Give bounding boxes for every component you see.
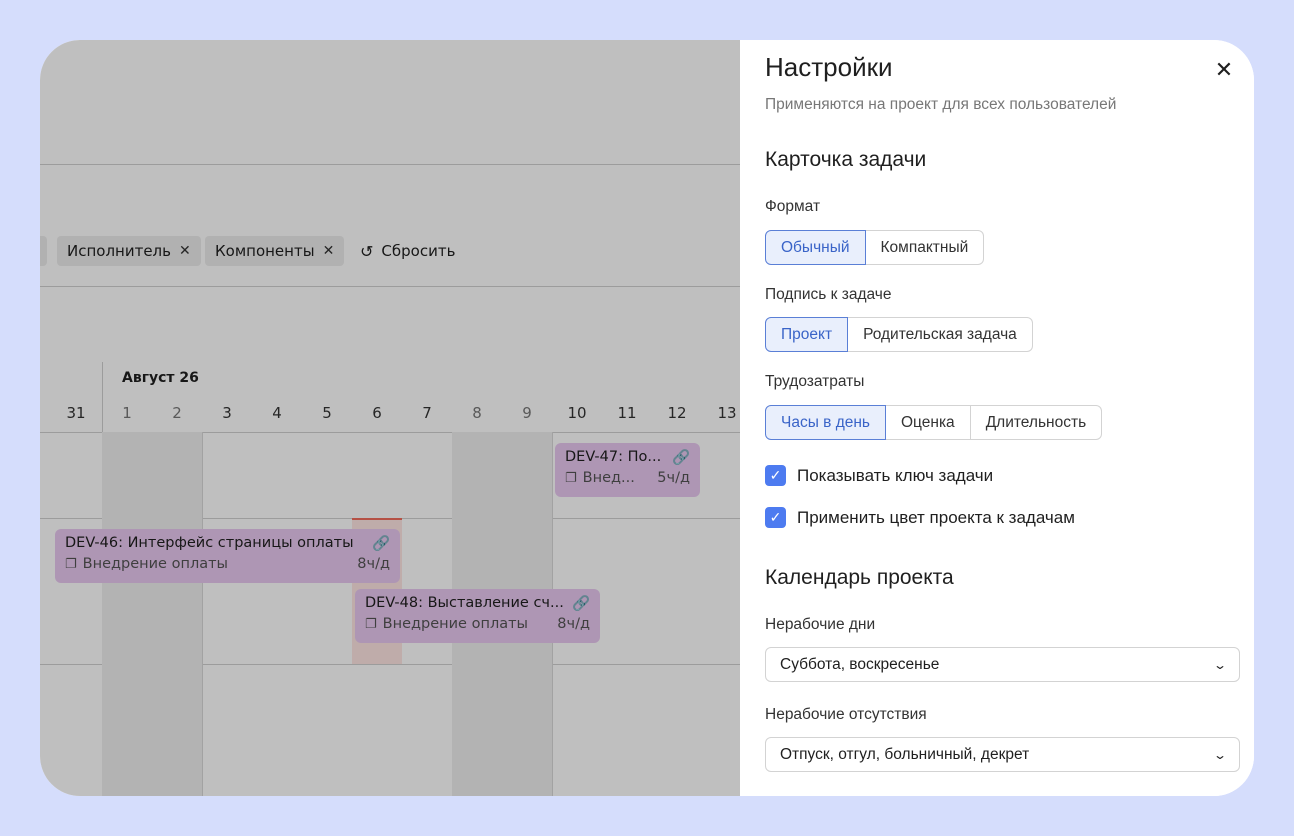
- app-frame: Исполнитель ✕ Компоненты ✕ ↺ Сбросить Ав…: [40, 40, 1254, 796]
- format-label: Формат: [765, 198, 821, 215]
- format-option-compact[interactable]: Компактный: [865, 230, 985, 265]
- apply-project-color-checkbox[interactable]: ✓ Применить цвет проекта к задачам: [765, 507, 1075, 528]
- caption-option-parent-task[interactable]: Родительская задача: [848, 317, 1033, 352]
- section-title-card: Карточка задачи: [765, 148, 927, 171]
- modal-overlay[interactable]: [40, 40, 740, 796]
- settings-panel: Настройки ✕ Применяются на проект для вс…: [740, 40, 1254, 796]
- nonworking-absences-label: Нерабочие отсутствия: [765, 706, 927, 723]
- chevron-down-icon: ⌄: [1212, 657, 1228, 672]
- nonworking-days-label: Нерабочие дни: [765, 616, 876, 633]
- effort-option-estimate[interactable]: Оценка: [886, 405, 971, 440]
- caption-segmented-control: Проект Родительская задача: [765, 317, 1033, 352]
- show-task-key-checkbox[interactable]: ✓ Показывать ключ задачи: [765, 465, 993, 486]
- panel-subtitle: Применяются на проект для всех пользоват…: [765, 96, 1117, 113]
- effort-option-duration[interactable]: Длительность: [970, 405, 1103, 440]
- nonworking-days-select[interactable]: Суббота, воскресенье ⌄: [765, 647, 1240, 682]
- format-option-normal[interactable]: Обычный: [765, 230, 866, 265]
- effort-label: Трудозатраты: [765, 373, 865, 390]
- checkbox-label: Показывать ключ задачи: [797, 465, 994, 485]
- checkmark-icon[interactable]: ✓: [765, 465, 786, 486]
- checkmark-icon[interactable]: ✓: [765, 507, 786, 528]
- caption-option-project[interactable]: Проект: [765, 317, 849, 352]
- timeline-view: Исполнитель ✕ Компоненты ✕ ↺ Сбросить Ав…: [40, 40, 740, 796]
- section-title-calendar: Календарь проекта: [765, 566, 954, 589]
- effort-option-hours-per-day[interactable]: Часы в день: [765, 405, 886, 440]
- checkbox-label: Применить цвет проекта к задачам: [797, 507, 1075, 527]
- format-segmented-control: Обычный Компактный: [765, 230, 985, 265]
- chevron-down-icon: ⌄: [1212, 747, 1228, 762]
- select-value: Суббота, воскресенье: [780, 655, 940, 673]
- panel-title: Настройки: [765, 52, 893, 82]
- effort-segmented-control: Часы в день Оценка Длительность: [765, 405, 1103, 440]
- caption-label: Подпись к задаче: [765, 286, 892, 303]
- close-icon[interactable]: ✕: [1212, 58, 1236, 82]
- select-value: Отпуск, отгул, больничный, декрет: [780, 745, 1030, 763]
- nonworking-absences-select[interactable]: Отпуск, отгул, больничный, декрет ⌄: [765, 737, 1240, 772]
